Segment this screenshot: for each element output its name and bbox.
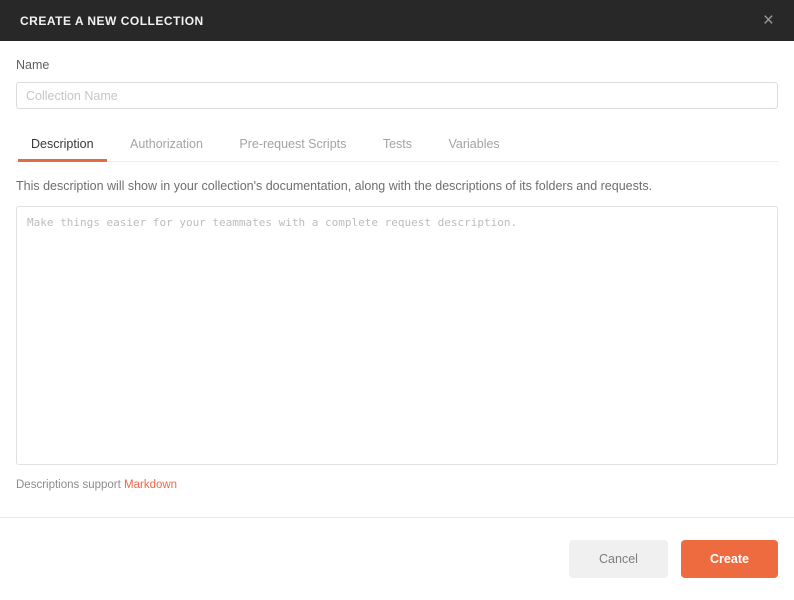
dialog-footer: Cancel Create	[0, 517, 794, 600]
name-label: Name	[16, 58, 50, 72]
create-collection-dialog: CREATE A NEW COLLECTION × Name Descripti…	[0, 0, 794, 600]
close-icon[interactable]: ×	[763, 11, 774, 30]
tab-pre-request-scripts[interactable]: Pre-request Scripts	[226, 128, 359, 162]
dialog-title: CREATE A NEW COLLECTION	[20, 13, 204, 28]
dialog-header: CREATE A NEW COLLECTION ×	[0, 0, 794, 41]
markdown-note: Descriptions support Markdown	[16, 479, 778, 491]
markdown-note-prefix: Descriptions support	[16, 479, 125, 491]
cancel-button[interactable]: Cancel	[569, 540, 668, 578]
collection-description-textarea[interactable]	[16, 206, 778, 465]
description-help-text: This description will show in your colle…	[16, 179, 653, 193]
dialog-body: Name Description Authorization Pre-reque…	[0, 58, 794, 491]
markdown-link[interactable]: Markdown	[124, 479, 177, 491]
tab-description[interactable]: Description	[18, 128, 107, 162]
tab-authorization[interactable]: Authorization	[117, 128, 216, 162]
create-button[interactable]: Create	[681, 540, 778, 578]
collection-name-input[interactable]	[16, 82, 778, 109]
tab-tests[interactable]: Tests	[370, 128, 425, 162]
tab-bar: Description Authorization Pre-request Sc…	[16, 128, 778, 162]
tab-variables[interactable]: Variables	[435, 128, 512, 162]
